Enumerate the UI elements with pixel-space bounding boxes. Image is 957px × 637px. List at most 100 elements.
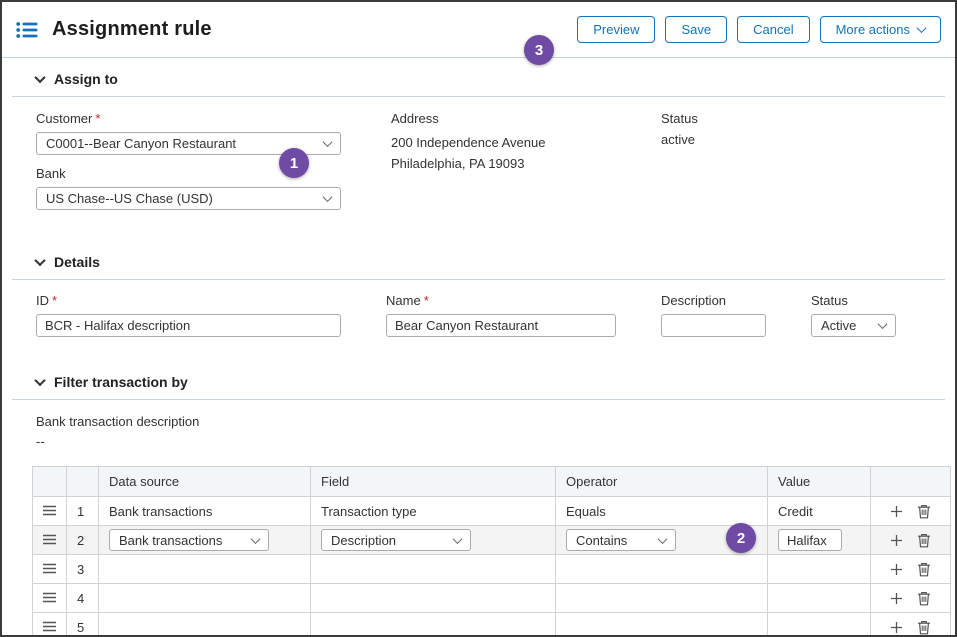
chevron-down-icon xyxy=(34,72,45,83)
delete-row-button[interactable] xyxy=(917,620,931,635)
chevron-down-icon xyxy=(323,192,333,202)
add-row-button[interactable] xyxy=(890,534,903,547)
assign-to-content: Customer* C0001--Bear Canyon Restaurant … xyxy=(12,97,945,241)
add-row-button[interactable] xyxy=(890,563,903,576)
column-header-operator: Operator xyxy=(556,467,768,497)
table-row: 4 xyxy=(33,584,951,613)
drag-column-header xyxy=(33,467,67,497)
more-actions-button[interactable]: More actions xyxy=(820,16,941,43)
row-number: 5 xyxy=(67,613,99,637)
row-number: 2 xyxy=(67,526,99,555)
name-label: Name* xyxy=(386,293,616,308)
more-actions-button-label: More actions xyxy=(836,22,910,37)
cancel-button[interactable]: Cancel xyxy=(737,16,809,43)
drag-handle[interactable] xyxy=(33,497,67,526)
description-label: Description xyxy=(661,293,766,308)
page-title: Assignment rule xyxy=(52,18,212,41)
field-select-value: Description xyxy=(331,533,396,548)
cell-field: Transaction type xyxy=(311,497,556,526)
rownum-column-header xyxy=(67,467,99,497)
trash-icon xyxy=(917,591,931,606)
filter-section-header[interactable]: Filter transaction by xyxy=(12,361,945,400)
delete-row-button[interactable] xyxy=(917,562,931,577)
cell-value xyxy=(768,613,871,637)
save-button-label: Save xyxy=(681,22,711,37)
save-button[interactable]: Save xyxy=(665,16,727,43)
data-source-select[interactable]: Bank transactions xyxy=(109,529,269,551)
annotation-badge-2: 2 xyxy=(726,523,756,553)
data-source-select-value: Bank transactions xyxy=(119,533,222,548)
plus-icon xyxy=(890,592,903,605)
drag-handle[interactable] xyxy=(33,555,67,584)
add-row-button[interactable] xyxy=(890,592,903,605)
drag-handle[interactable] xyxy=(33,584,67,613)
customer-select-value: C0001--Bear Canyon Restaurant xyxy=(46,136,236,151)
cell-value: Credit xyxy=(768,497,871,526)
plus-icon xyxy=(890,505,903,518)
cell-data-source: Bank transactions xyxy=(99,497,311,526)
description-input[interactable] xyxy=(661,314,766,337)
address-line1: 200 Independence Avenue xyxy=(391,132,621,153)
drag-handle-icon xyxy=(42,621,57,632)
rule-status-label: Status xyxy=(811,293,896,308)
preview-button[interactable]: Preview xyxy=(577,16,655,43)
trash-icon xyxy=(917,533,931,548)
name-input[interactable] xyxy=(386,314,616,337)
chevron-down-icon xyxy=(878,319,888,329)
value-input[interactable] xyxy=(778,529,842,551)
drag-handle-icon xyxy=(42,563,57,574)
column-header-field: Field xyxy=(311,467,556,497)
details-section-header[interactable]: Details xyxy=(12,241,945,280)
drag-handle-icon xyxy=(42,534,57,545)
bank-select[interactable]: US Chase--US Chase (USD) xyxy=(36,187,341,210)
cell-operator xyxy=(556,555,768,584)
details-section: Details ID* Name* Description Status xyxy=(12,241,945,361)
chevron-down-icon xyxy=(251,534,261,544)
assignment-rule-page: Assignment rule Preview Save Cancel More… xyxy=(0,0,957,637)
drag-handle[interactable] xyxy=(33,613,67,637)
cell-data-source xyxy=(99,555,311,584)
trash-icon xyxy=(917,504,931,519)
add-row-button[interactable] xyxy=(890,505,903,518)
actions-column-header xyxy=(871,467,951,497)
customer-status-label: Status xyxy=(661,111,698,126)
assign-to-section: Assign to Customer* C0001--Bear Canyon R… xyxy=(12,58,945,241)
operator-select[interactable]: Contains xyxy=(566,529,676,551)
required-asterisk: * xyxy=(95,111,100,126)
cell-operator xyxy=(556,613,768,637)
field-select[interactable]: Description xyxy=(321,529,471,551)
required-asterisk: * xyxy=(424,293,429,308)
cell-value xyxy=(768,555,871,584)
rule-status-select[interactable]: Active xyxy=(811,314,896,337)
delete-row-button[interactable] xyxy=(917,533,931,548)
plus-icon xyxy=(890,534,903,547)
cell-field xyxy=(311,584,556,613)
annotation-badge-3: 3 xyxy=(524,35,554,65)
table-row: 3 xyxy=(33,555,951,584)
list-menu-icon[interactable] xyxy=(16,21,38,39)
filter-table: Data source Field Operator Value 1 xyxy=(32,466,951,637)
operator-select-value: Contains xyxy=(576,533,627,548)
row-number: 3 xyxy=(67,555,99,584)
table-row: 2 Bank transactions Description xyxy=(33,526,951,555)
chevron-down-icon xyxy=(323,137,333,147)
cell-field xyxy=(311,555,556,584)
drag-handle[interactable] xyxy=(33,526,67,555)
chevron-down-icon xyxy=(917,23,927,33)
row-number: 1 xyxy=(67,497,99,526)
add-row-button[interactable] xyxy=(890,621,903,634)
delete-row-button[interactable] xyxy=(917,504,931,519)
assign-to-section-header[interactable]: Assign to xyxy=(12,58,945,97)
bank-select-value: US Chase--US Chase (USD) xyxy=(46,191,213,206)
delete-row-button[interactable] xyxy=(917,591,931,606)
top-header: Assignment rule Preview Save Cancel More… xyxy=(2,2,955,58)
trash-icon xyxy=(917,620,931,635)
id-input[interactable] xyxy=(36,314,341,337)
header-buttons: Preview Save Cancel More actions xyxy=(577,16,941,43)
drag-handle-icon xyxy=(42,592,57,603)
filter-subtitle-value: -- xyxy=(36,434,945,449)
filter-table-header-row: Data source Field Operator Value xyxy=(33,467,951,497)
annotation-badge-1: 1 xyxy=(279,148,309,178)
table-row: 5 xyxy=(33,613,951,637)
address-label: Address xyxy=(391,111,621,126)
